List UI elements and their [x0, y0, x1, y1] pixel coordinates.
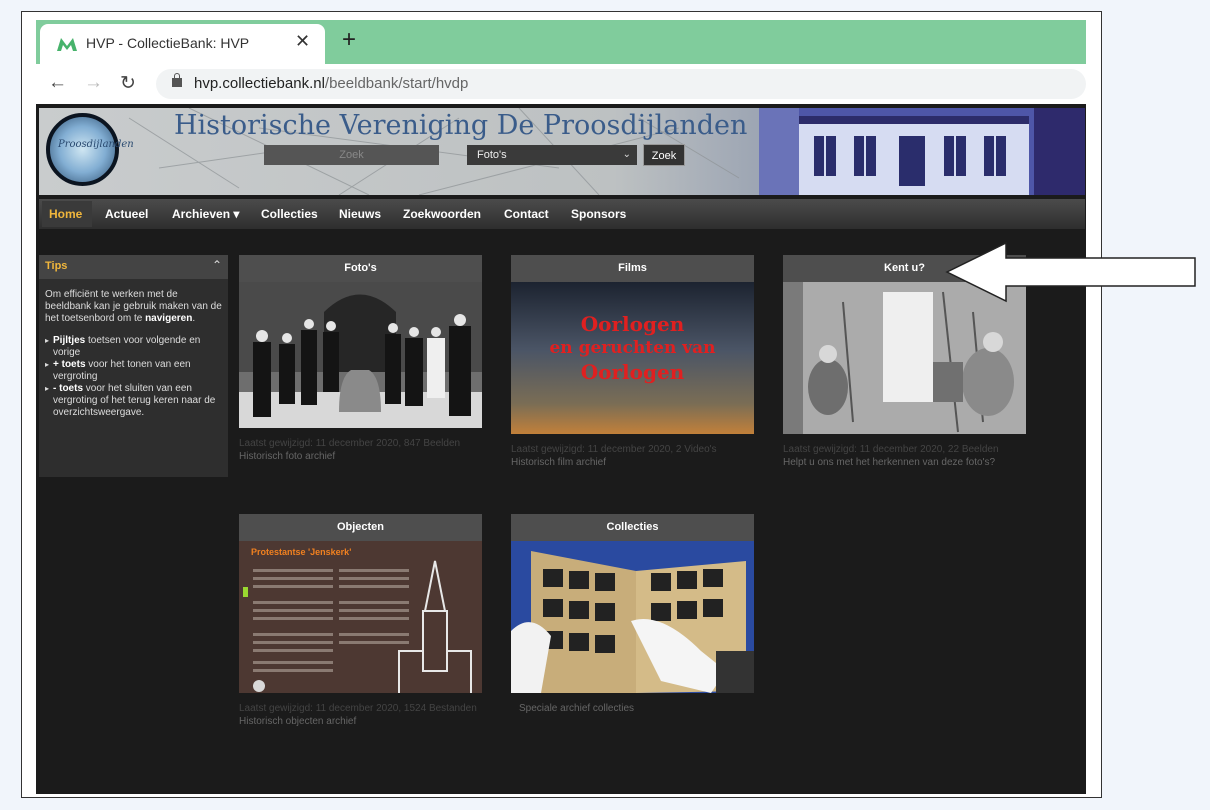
- card-fotos[interactable]: Foto's Laatst gewijzigd: 11 december 202…: [239, 255, 482, 463]
- card-objecten[interactable]: Objecten Protestantse 'Jenskerk' Laatst …: [239, 514, 482, 728]
- site-search-input[interactable]: Zoek: [264, 145, 439, 165]
- tips-item-key: Pijltjes: [53, 335, 86, 346]
- website-content: Proosdijlanden Historische Vereniging De…: [36, 104, 1086, 794]
- card-films[interactable]: Films Oorlogen en geruchten van Oorlogen…: [511, 255, 754, 469]
- url-domain: hvp.collectiebank.nl: [194, 75, 325, 92]
- forward-icon[interactable]: →: [84, 72, 103, 94]
- tips-item: - toets voor het sluiten van een vergrot…: [45, 383, 225, 419]
- menu-item-contact[interactable]: Contact: [504, 207, 549, 221]
- favicon-icon: [57, 38, 77, 51]
- main-menu: Home Actueel Archieven ▾ Collecties Nieu…: [39, 199, 1085, 229]
- card-image-objecten[interactable]: Protestantse 'Jenskerk': [239, 541, 482, 693]
- card-image-kent-u[interactable]: [783, 282, 1026, 434]
- menu-item-sponsors[interactable]: Sponsors: [571, 207, 626, 221]
- site-logo[interactable]: Proosdijlanden: [46, 113, 134, 186]
- annotation-arrow-icon: [945, 241, 1196, 303]
- address-bar[interactable]: hvp.collectiebank.nl/beeldbank/start/hvd…: [156, 69, 1086, 99]
- document-page: [243, 560, 472, 693]
- film-title-line: Oorlogen: [580, 312, 685, 336]
- card-meta: Laatst gewijzigd: 11 december 2020, 2 Vi…: [511, 444, 717, 455]
- url-path: /beeldbank/start/hvdp: [324, 75, 469, 92]
- menu-item-home[interactable]: Home: [49, 207, 82, 221]
- tips-item: Pijltjes toetsen voor volgende en vorige: [45, 335, 225, 359]
- house-photo: [759, 108, 1085, 195]
- lock-icon: [172, 73, 182, 87]
- browser-tab[interactable]: HVP - CollectieBank: HVP ✕: [40, 24, 325, 64]
- film-title-text: Oorlogen en geruchten van Oorlogen: [511, 312, 754, 384]
- menu-item-collecties[interactable]: Collecties: [261, 207, 318, 221]
- site-banner: Proosdijlanden Historische Vereniging De…: [39, 108, 1085, 195]
- tips-header[interactable]: Tips ⌃: [39, 255, 228, 279]
- card-title: Foto's: [239, 255, 482, 282]
- card-meta: Laatst gewijzigd: 11 december 2020, 847 …: [239, 438, 461, 449]
- tips-intro: Om efficiënt te werken met de beeldbank …: [45, 289, 222, 324]
- workshop-photo: [783, 282, 1026, 434]
- tips-panel: Tips ⌃ Om efficiënt te werken met de bee…: [39, 255, 228, 477]
- tips-item-key: + toets: [53, 359, 86, 370]
- menu-item-zoekwoorden[interactable]: Zoekwoorden: [403, 207, 481, 221]
- browser-tab-strip: HVP - CollectieBank: HVP ✕ +: [36, 20, 1086, 64]
- logo-text: Proosdijlanden: [58, 139, 134, 150]
- menu-item-nieuws[interactable]: Nieuws: [339, 207, 381, 221]
- card-description: Historisch foto archief: [239, 451, 336, 462]
- tips-item: + toets voor het tonen van een vergrotin…: [45, 359, 225, 383]
- card-image-fotos[interactable]: [239, 282, 482, 428]
- card-description: Historisch objecten archief: [239, 716, 357, 727]
- tips-body: Om efficiënt te werken met de beeldbank …: [45, 289, 225, 419]
- card-title: Collecties: [511, 514, 754, 541]
- tips-list: Pijltjes toetsen voor volgende en vorige…: [45, 335, 225, 419]
- back-icon[interactable]: ←: [48, 72, 67, 94]
- address-url: hvp.collectiebank.nl/beeldbank/start/hvd…: [194, 75, 468, 92]
- collection-select-value: Foto's: [477, 149, 507, 161]
- film-title-line: Oorlogen: [580, 360, 685, 384]
- site-title: Historische Vereniging De Proosdijlanden: [174, 110, 748, 141]
- new-tab-icon[interactable]: +: [342, 26, 356, 54]
- tips-title: Tips: [45, 260, 68, 272]
- screenshot-frame: HVP - CollectieBank: HVP ✕ + ← → ↻ hvp.c…: [21, 11, 1102, 798]
- card-description: Speciale archief collecties: [519, 703, 635, 714]
- menu-item-actueel[interactable]: Actueel: [105, 207, 148, 221]
- tab-close-icon[interactable]: ✕: [295, 31, 310, 52]
- menu-item-archieven[interactable]: Archieven ▾: [172, 207, 239, 221]
- chevron-down-icon: ⌄: [622, 149, 631, 160]
- search-button[interactable]: Zoek: [643, 144, 685, 166]
- card-collecties[interactable]: Collecties Speciale archief collecties: [511, 514, 754, 715]
- tips-intro-end: .: [192, 313, 196, 324]
- card-meta: Laatst gewijzigd: 11 december 2020, 1524…: [239, 703, 477, 714]
- album-photo: [511, 541, 754, 693]
- collapse-icon[interactable]: ⌃: [212, 258, 222, 272]
- browser-toolbar: ← → ↻ hvp.collectiebank.nl/beeldbank/sta…: [36, 64, 1086, 104]
- tips-intro-bold: navigeren: [145, 313, 193, 324]
- card-description: Helpt u ons met het herkennen van deze f…: [783, 457, 996, 468]
- collection-select[interactable]: Foto's ⌄: [467, 145, 637, 165]
- card-image-collecties[interactable]: [511, 541, 754, 693]
- film-title-line: en geruchten van: [549, 338, 716, 358]
- card-meta: Laatst gewijzigd: 11 december 2020, 22 B…: [783, 444, 999, 455]
- tab-title: HVP - CollectieBank: HVP: [86, 35, 250, 51]
- reload-icon[interactable]: ↻: [120, 72, 136, 95]
- tips-item-key: - toets: [53, 383, 83, 394]
- card-title: Films: [511, 255, 754, 282]
- card-title: Objecten: [239, 514, 482, 541]
- group-photo: [239, 282, 482, 428]
- card-image-films[interactable]: Oorlogen en geruchten van Oorlogen: [511, 282, 754, 434]
- card-description: Historisch film archief: [511, 457, 607, 468]
